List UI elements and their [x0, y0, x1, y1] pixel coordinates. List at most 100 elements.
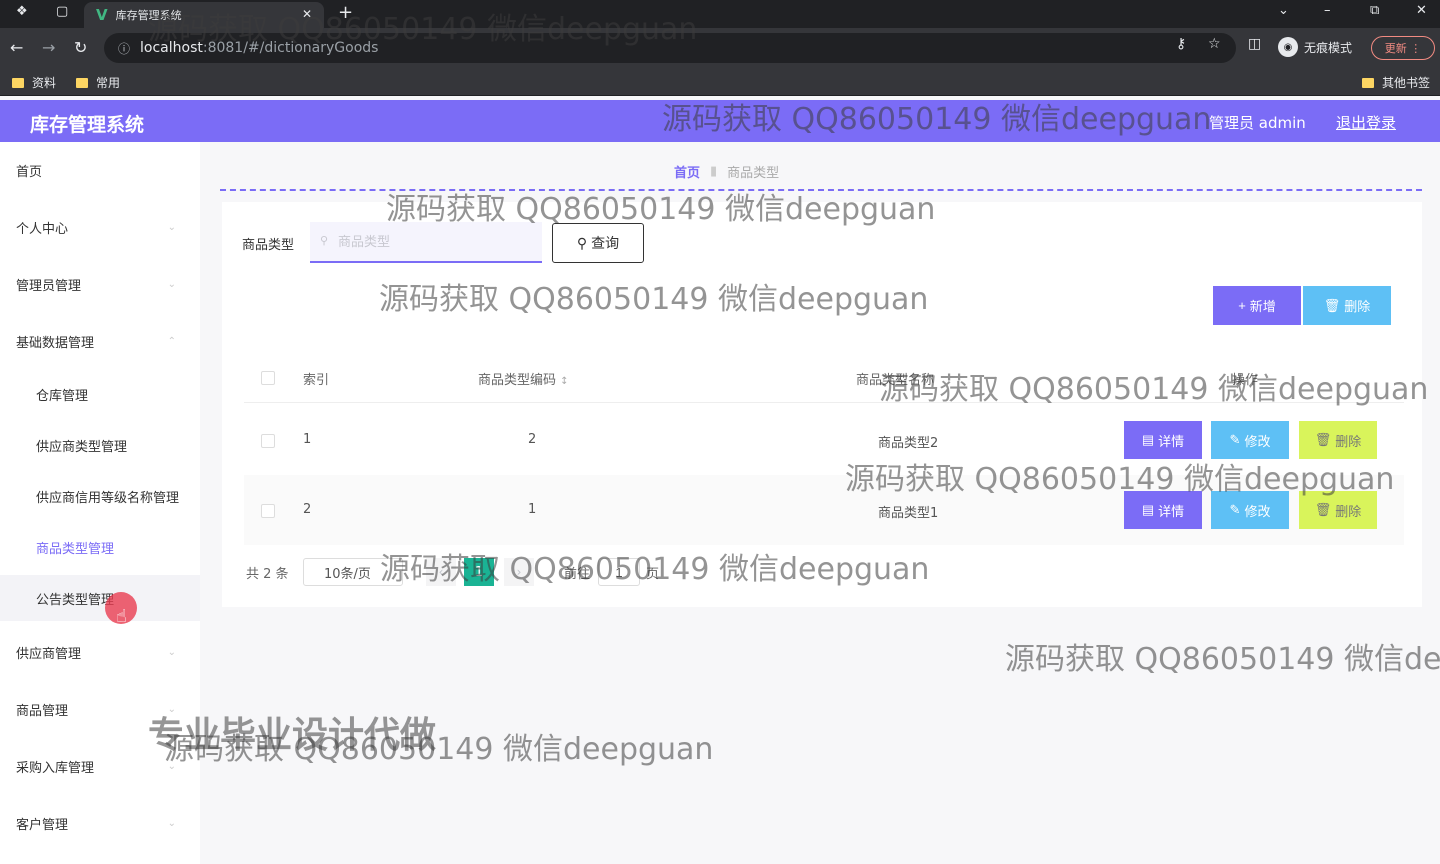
sort-icon[interactable]: ↕: [560, 376, 568, 387]
bookmark-folder[interactable]: 常用: [76, 74, 120, 91]
sidebar-sub-warehouse[interactable]: 仓库管理: [0, 371, 200, 417]
search-input[interactable]: [310, 222, 542, 263]
incognito-icon: ◉: [1278, 37, 1298, 57]
browser-tab-bar: ❖ ▢ V 库存管理系统 ✕ + ⌄ – ⧉ ✕: [0, 0, 1440, 28]
logout-link[interactable]: 退出登录: [1336, 112, 1396, 133]
sidebar-item-label: 管理员管理: [16, 278, 82, 294]
back-icon[interactable]: ←: [10, 38, 23, 57]
new-tab-icon[interactable]: +: [338, 2, 353, 23]
sidebar-sub-label: 商品类型管理: [36, 541, 115, 557]
close-tab-icon[interactable]: ✕: [302, 7, 312, 21]
incognito-label: 无痕模式: [1304, 40, 1353, 55]
goto-page-input[interactable]: [598, 558, 640, 586]
chevron-down-icon: ⌄: [167, 817, 176, 829]
column-header-name: 商品类型名称: [856, 373, 935, 388]
sidebar-item-supplier[interactable]: 供应商管理 ⌄: [0, 626, 200, 678]
app-title: 库存管理系统: [30, 114, 145, 136]
other-bookmarks[interactable]: 其他书签: [1362, 74, 1430, 91]
chevron-down-icon: ⌄: [167, 703, 176, 715]
breadcrumb: 首页 ▮ 商品类型: [674, 162, 779, 181]
edit-label: 修改: [1244, 433, 1271, 449]
column-header-index: 索引: [303, 373, 330, 388]
restore-icon[interactable]: ⧉: [1370, 3, 1379, 18]
sidebar-item-label: 个人中心: [16, 221, 69, 237]
site-info-icon[interactable]: ⓘ: [118, 40, 130, 57]
tab-title: 库存管理系统: [115, 9, 182, 22]
breadcrumb-current: 商品类型: [727, 166, 780, 181]
document-icon: ▤: [1141, 432, 1155, 447]
sidebar-sub-label: 公告类型管理: [36, 592, 115, 608]
tab-list-icon[interactable]: ⌄: [1278, 3, 1289, 18]
trash-icon: 🗑: [1314, 432, 1332, 447]
sidebar-sub-notice-type[interactable]: 公告类型管理: [0, 575, 200, 621]
cell-index: 1: [303, 432, 312, 447]
sidebar-item-customer[interactable]: 客户管理 ⌄: [0, 797, 200, 849]
row-delete-label: 删除: [1335, 433, 1362, 449]
search-label: 商品类型: [242, 238, 295, 253]
page-number-current[interactable]: 1: [464, 558, 494, 586]
incognito-indicator[interactable]: ◉ 无痕模式: [1278, 37, 1352, 57]
breadcrumb-home[interactable]: 首页: [674, 162, 700, 181]
trash-icon: 🗑: [1314, 502, 1332, 517]
sidebar-sub-supplier-type[interactable]: 供应商类型管理: [0, 422, 200, 468]
sidebar-item-admin[interactable]: 管理员管理 ⌄: [0, 258, 200, 310]
other-bookmarks-label: 其他书签: [1382, 76, 1431, 90]
key-icon[interactable]: ⚷: [1176, 36, 1186, 52]
row-checkbox[interactable]: [261, 434, 275, 448]
cell-index: 2: [303, 502, 312, 517]
browser-menu-icon[interactable]: ❖: [16, 4, 28, 19]
sidebar-item-goods[interactable]: 商品管理 ⌄: [0, 683, 200, 735]
detail-label: 详情: [1158, 433, 1185, 449]
url-host: localhost: [140, 40, 203, 56]
chevron-down-icon: ⌄: [167, 646, 176, 658]
reload-icon[interactable]: ↻: [74, 38, 87, 57]
batch-delete-button[interactable]: 🗑 删除: [1303, 286, 1391, 325]
row-delete-label: 删除: [1335, 503, 1362, 519]
window-close-icon[interactable]: ✕: [1416, 3, 1427, 18]
detail-button[interactable]: ▤ 详情: [1124, 491, 1202, 529]
sidebar-item-purchase[interactable]: 采购入库管理 ⌄: [0, 740, 200, 792]
star-icon[interactable]: ☆: [1208, 36, 1221, 52]
row-checkbox[interactable]: [261, 504, 275, 518]
select-all-checkbox[interactable]: [261, 371, 275, 385]
total-count: 共 2 条: [246, 566, 289, 582]
tab-search-icon[interactable]: ▢: [56, 4, 68, 19]
sidebar-sub-credit-level[interactable]: 供应商信用等级名称管理: [0, 473, 200, 519]
browser-tab[interactable]: V 库存管理系统 ✕: [84, 2, 324, 28]
divider: [220, 189, 1422, 191]
sidebar-item-profile[interactable]: 个人中心 ⌄: [0, 201, 200, 253]
vue-logo-icon: V: [96, 6, 108, 24]
sidebar-item-base-data[interactable]: 基础数据管理 ⌃: [0, 315, 200, 367]
page-size-select[interactable]: 10条/页: [303, 558, 403, 586]
sidebar-sub-goods-type[interactable]: 商品类型管理: [0, 524, 200, 570]
url-input[interactable]: ⓘ localhost :8081/#/dictionaryGoods: [104, 33, 1236, 63]
browser-address-bar: ← → ↻ ⓘ localhost :8081/#/dictionaryGood…: [0, 28, 1440, 68]
query-button[interactable]: ⚲ 查询: [552, 223, 644, 263]
goto-suffix: 页: [646, 566, 660, 582]
row-delete-button[interactable]: 🗑 删除: [1299, 421, 1377, 459]
add-label: 新增: [1249, 299, 1276, 314]
update-label: 更新: [1384, 42, 1407, 55]
document-icon: ▤: [1141, 502, 1155, 517]
detail-button[interactable]: ▤ 详情: [1124, 421, 1202, 459]
forward-icon[interactable]: →: [42, 38, 55, 57]
minimize-icon[interactable]: –: [1324, 3, 1331, 18]
watermark: 源码获取 QQ86050149 微信deepguan: [1005, 642, 1440, 677]
edit-button[interactable]: ✎ 修改: [1211, 491, 1289, 529]
column-header-actions: 操作: [1232, 373, 1259, 388]
trash-icon: 🗑: [1323, 297, 1341, 313]
next-page-icon[interactable]: ›: [504, 558, 534, 586]
prev-page-icon[interactable]: ‹: [426, 558, 456, 586]
update-button[interactable]: 更新 ⋮: [1371, 36, 1435, 60]
cell-name: 商品类型2: [878, 436, 939, 451]
row-delete-button[interactable]: 🗑 删除: [1299, 491, 1377, 529]
sidepanel-icon[interactable]: ◫: [1248, 36, 1261, 52]
bookmark-folder[interactable]: 资料: [12, 74, 56, 91]
edit-button[interactable]: ✎ 修改: [1211, 421, 1289, 459]
add-button[interactable]: + 新增: [1213, 286, 1301, 325]
folder-icon: [76, 77, 88, 88]
chevron-down-icon: ⌄: [167, 278, 176, 290]
column-header-code[interactable]: 商品类型编码 ↕: [478, 369, 569, 388]
edit-label: 修改: [1244, 503, 1271, 519]
sidebar-item-home[interactable]: 首页: [0, 144, 200, 196]
